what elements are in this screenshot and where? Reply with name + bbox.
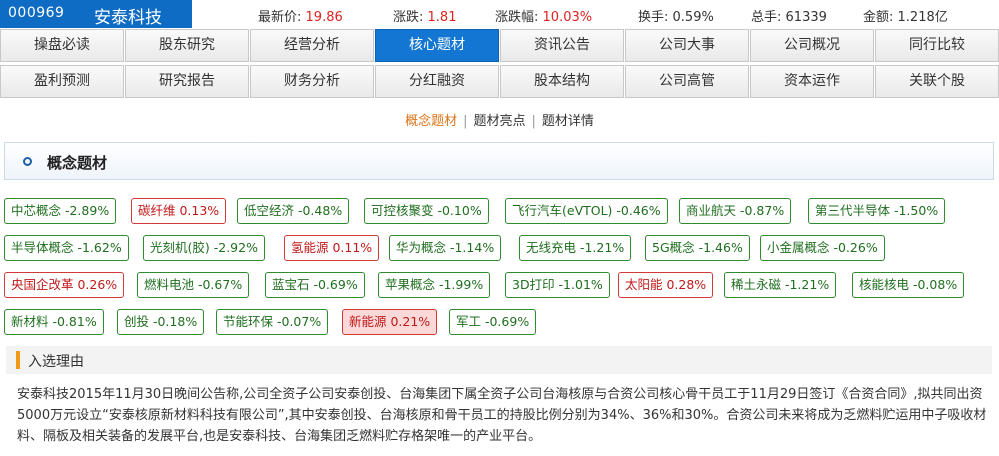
concept-tag[interactable]: 碳纤维 0.13%	[131, 198, 227, 224]
stat-latest-price: 最新价: 19.86	[258, 10, 343, 25]
stock-name: 安泰科技	[94, 8, 162, 28]
nav-row-2: 盈利预测 研究报告 财务分析 分红融资 股本结构 公司高管 资本运作 关联个股	[0, 65, 999, 99]
section-header: 概念题材	[4, 142, 994, 180]
subtab-details[interactable]: 题材详情	[542, 114, 594, 129]
concept-tag[interactable]: 苹果概念 -1.99%	[378, 272, 491, 298]
subtab-concept[interactable]: 概念题材	[405, 114, 457, 129]
quote-bar: 000969 安泰科技 最新价: 19.86 涨跌: 1.81 涨跌幅: 10.…	[0, 0, 999, 28]
nav-tab-10[interactable]: 研究报告	[125, 65, 249, 98]
nav-tab-1[interactable]: 操盘必读	[0, 29, 124, 62]
stat-turnover: 换手: 0.59%	[638, 10, 714, 25]
concept-tag[interactable]: 创投 -0.18%	[117, 309, 205, 335]
nav-tab-3[interactable]: 经营分析	[250, 29, 374, 62]
stock-header: 000969 安泰科技	[0, 0, 192, 28]
reason-text: 安泰科技2015年11月30日晚间公告称,公司全资子公司安泰创投、台海集团下属全…	[17, 387, 987, 444]
concept-tag[interactable]: 第三代半导体 -1.50%	[808, 198, 946, 224]
nav-tab-5[interactable]: 资讯公告	[500, 29, 624, 62]
concept-tag[interactable]: 小金属概念 -0.26%	[760, 235, 885, 261]
nav-tab-14[interactable]: 公司高管	[625, 65, 749, 98]
concept-tag[interactable]: 太阳能 0.28%	[618, 272, 714, 298]
concept-tag[interactable]: 低空经济 -0.48%	[237, 198, 350, 224]
concept-tag[interactable]: 中芯概念 -2.89%	[4, 198, 117, 224]
nav-row-1: 操盘必读 股东研究 经营分析 核心题材 资讯公告 公司大事 公司概况 同行比较	[0, 29, 999, 63]
nav-tab-9[interactable]: 盈利预测	[0, 65, 124, 98]
nav-tab-12[interactable]: 分红融资	[375, 65, 499, 98]
nav-tab-2[interactable]: 股东研究	[125, 29, 249, 62]
concept-tag-list: 中芯概念 -2.89% 碳纤维 0.13% 低空经济 -0.48% 可控核聚变 …	[4, 198, 994, 338]
subtab-highlights[interactable]: 题材亮点	[473, 114, 525, 129]
concept-tag[interactable]: 华为概念 -1.14%	[389, 235, 502, 261]
nav-tab-6[interactable]: 公司大事	[625, 29, 749, 62]
concept-tag[interactable]: 军工 -0.69%	[449, 309, 537, 335]
concept-tag[interactable]: 飞行汽车(eVTOL) -0.46%	[505, 198, 668, 224]
concept-tag[interactable]: 商业航天 -0.87%	[679, 198, 792, 224]
concept-tag[interactable]: 3D打印 -1.01%	[505, 272, 610, 298]
circle-bullet-icon	[23, 157, 32, 166]
nav-tab-8[interactable]: 同行比较	[875, 29, 999, 62]
stock-code: 000969	[8, 5, 65, 21]
concept-tag[interactable]: 光刻机(胶) -2.92%	[143, 235, 265, 261]
stat-change-pct: 涨跌幅: 10.03%	[495, 10, 593, 25]
concept-tag[interactable]: 蓝宝石 -0.69%	[265, 272, 365, 298]
concept-tag[interactable]: 燃料电池 -0.67%	[137, 272, 250, 298]
accent-bar-icon	[16, 351, 20, 369]
stat-volume: 总手: 61339	[751, 10, 827, 25]
stat-change: 涨跌: 1.81	[393, 10, 457, 25]
section-title: 概念题材	[47, 154, 108, 172]
concept-tag[interactable]: 新能源 0.21%	[342, 309, 438, 335]
concept-tag[interactable]: 无线充电 -1.21%	[519, 235, 632, 261]
stat-amount: 金额: 1.218亿	[863, 10, 948, 25]
concept-tag[interactable]: 氢能源 0.11%	[284, 235, 380, 261]
concept-tag[interactable]: 可控核聚变 -0.10%	[364, 198, 489, 224]
nav-tab-7[interactable]: 公司概况	[750, 29, 874, 62]
subtab-separator: |	[463, 114, 468, 129]
nav-tab-4-active[interactable]: 核心题材	[375, 29, 499, 62]
subtab-separator: |	[531, 114, 536, 129]
nav-tab-13[interactable]: 股本结构	[500, 65, 624, 98]
concept-tag[interactable]: 5G概念 -1.46%	[645, 235, 750, 261]
reason-label: 入选理由	[28, 354, 84, 370]
concept-tag[interactable]: 节能环保 -0.07%	[216, 309, 329, 335]
concept-tag[interactable]: 核能核电 -0.08%	[852, 272, 965, 298]
concept-tag[interactable]: 新材料 -0.81%	[4, 309, 104, 335]
concept-tag[interactable]: 稀土永磁 -1.21%	[724, 272, 837, 298]
concept-tag[interactable]: 央国企改革 0.26%	[4, 272, 125, 298]
concept-tag[interactable]: 半导体概念 -1.62%	[4, 235, 129, 261]
sub-tabs: 概念题材 | 题材亮点 | 题材详情	[0, 110, 999, 129]
reason-header: 入选理由	[6, 346, 992, 374]
nav-tab-16[interactable]: 关联个股	[875, 65, 999, 98]
nav-tab-11[interactable]: 财务分析	[250, 65, 374, 98]
nav-tab-15[interactable]: 资本运作	[750, 65, 874, 98]
